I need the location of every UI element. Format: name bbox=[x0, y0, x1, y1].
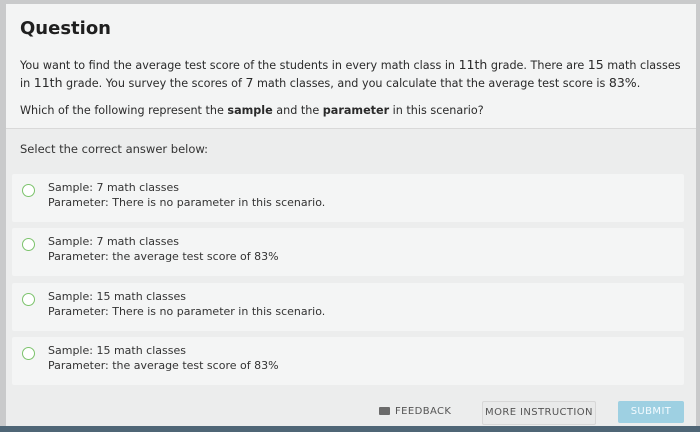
answer-option-1[interactable]: Sample: 7 math classes Parameter: There … bbox=[12, 174, 684, 222]
answer-option-4[interactable]: Sample: 15 math classes Parameter: the a… bbox=[12, 337, 684, 385]
option-sample-text: Sample: 7 math classes bbox=[48, 235, 179, 248]
option-parameter-text: Parameter: There is no parameter in this… bbox=[48, 305, 326, 318]
more-instruction-button[interactable]: MORE INSTRUCTION bbox=[482, 401, 596, 425]
taskbar bbox=[0, 426, 700, 432]
radio-button[interactable] bbox=[22, 293, 35, 306]
feedback-icon bbox=[379, 407, 390, 415]
option-sample-text: Sample: 15 math classes bbox=[48, 290, 186, 303]
option-parameter-text: Parameter: There is no parameter in this… bbox=[48, 196, 326, 209]
option-sample-text: Sample: 7 math classes bbox=[48, 181, 179, 194]
answer-option-3[interactable]: Sample: 15 math classes Parameter: There… bbox=[12, 283, 684, 331]
feedback-button[interactable]: FEEDBACK bbox=[379, 401, 451, 423]
answer-option-2[interactable]: Sample: 7 math classes Parameter: the av… bbox=[12, 228, 684, 276]
option-sample-text: Sample: 15 math classes bbox=[48, 344, 186, 357]
radio-button[interactable] bbox=[22, 238, 35, 251]
select-answer-label: Select the correct answer below: bbox=[20, 142, 209, 156]
radio-button[interactable] bbox=[22, 347, 35, 360]
radio-button[interactable] bbox=[22, 184, 35, 197]
option-parameter-text: Parameter: the average test score of 83% bbox=[48, 359, 279, 372]
submit-button[interactable]: SUBMIT bbox=[618, 401, 684, 423]
question-text: You want to find the average test score … bbox=[20, 57, 681, 90]
question-prompt: Which of the following represent the sam… bbox=[20, 104, 484, 117]
question-card: Question You want to find the average te… bbox=[6, 4, 696, 426]
question-title: Question bbox=[20, 18, 111, 39]
option-parameter-text: Parameter: the average test score of 83% bbox=[48, 250, 279, 263]
